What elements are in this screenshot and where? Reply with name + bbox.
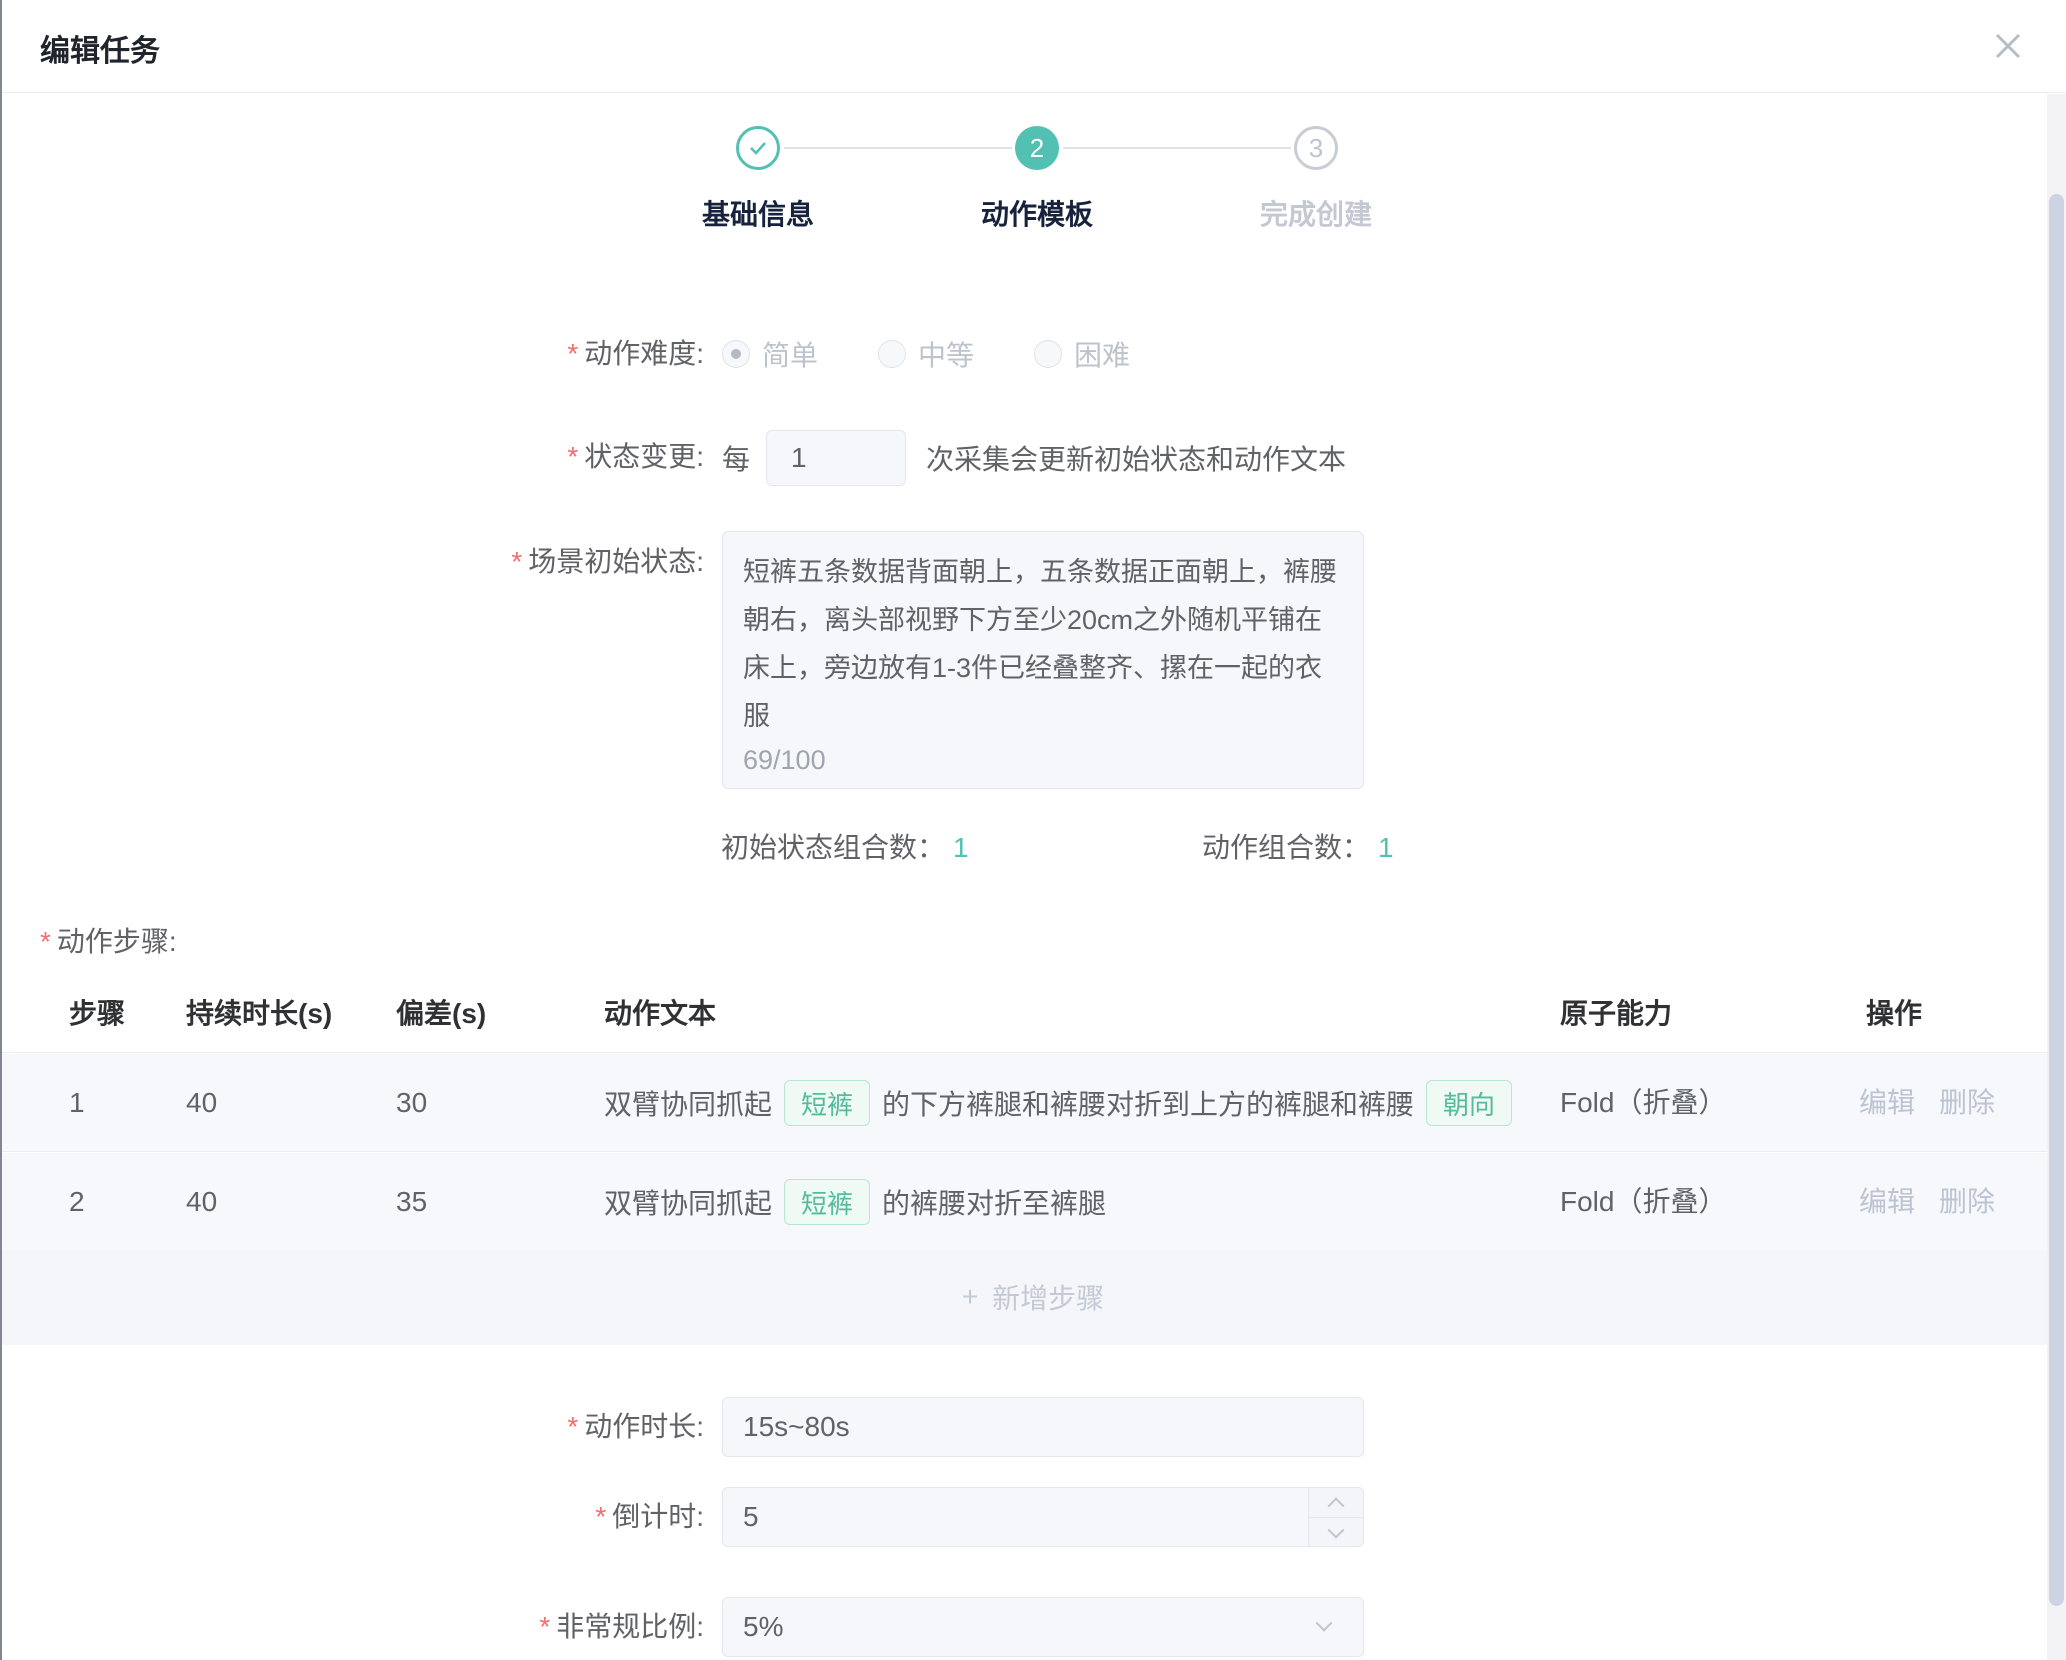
radio-option-easy[interactable]: 简单	[722, 334, 818, 374]
countdown-spinner	[1308, 1487, 1364, 1547]
required-mark: *	[567, 441, 578, 472]
table-row: 1 40 30 双臂协同抓起 短裤 的下方裤腿和裤腰对折到上方的裤腿和裤腰 朝向…	[0, 1054, 2066, 1152]
radio-label: 简单	[762, 334, 818, 374]
countdown-label: *倒计时:	[300, 1497, 704, 1537]
radio-label: 困难	[1074, 334, 1130, 374]
scrollbar-thumb[interactable]	[2049, 194, 2064, 1606]
action-combo-count: 动作组合数：1	[1202, 828, 1394, 868]
radio-selected-icon	[722, 340, 750, 368]
page-left-edge	[0, 0, 2, 1660]
orientation-tag: 朝向	[1426, 1080, 1512, 1126]
cell-deviation: 30	[396, 1054, 427, 1152]
step-3-circle: 3	[1294, 126, 1338, 170]
required-mark: *	[539, 1611, 550, 1642]
step-connector-1	[784, 147, 1012, 149]
state-change-row: 每 1 次采集会更新初始状态和动作文本	[722, 429, 1346, 487]
radio-label: 中等	[918, 334, 974, 374]
spinner-down-button[interactable]	[1309, 1518, 1363, 1547]
scrollbar-track[interactable]	[2047, 94, 2066, 1660]
state-change-suffix: 次采集会更新初始状态和动作文本	[926, 438, 1346, 478]
dialog-header: 编辑任务	[0, 0, 2066, 93]
countdown-input[interactable]: 5	[722, 1487, 1364, 1547]
difficulty-radio-group: 简单 中等 困难	[722, 334, 1130, 374]
initial-state-text: 短裤五条数据背面朝上，五条数据正面朝上，裤腰朝右，离头部视野下方至少20cm之外…	[743, 548, 1343, 740]
required-mark: *	[40, 926, 51, 957]
cell-step: 1	[69, 1054, 85, 1152]
initial-state-label: *场景初始状态:	[300, 542, 704, 582]
col-ops: 操作	[1866, 988, 1922, 1053]
table-header: 步骤 持续时长(s) 偏差(s) 动作文本 原子能力 操作	[0, 988, 2066, 1053]
state-change-input[interactable]: 1	[766, 430, 906, 486]
radio-icon	[1034, 340, 1062, 368]
cell-action-text: 双臂协同抓起 短裤 的下方裤腿和裤腰对折到上方的裤腿和裤腰 朝向	[604, 1054, 1524, 1152]
action-duration-label: *动作时长:	[300, 1407, 704, 1447]
dialog-title: 编辑任务	[40, 26, 160, 70]
unusual-ratio-label: *非常规比例:	[300, 1607, 704, 1647]
required-mark: *	[567, 338, 578, 369]
state-change-label: *状态变更:	[300, 437, 704, 477]
cell-duration: 40	[186, 1153, 217, 1251]
object-tag: 短裤	[784, 1179, 870, 1225]
edit-link[interactable]: 编辑	[1859, 1153, 1915, 1251]
char-counter: 69/100	[743, 745, 826, 776]
table-row: 2 40 35 双臂协同抓起 短裤 的裤腰对折至裤腿 Fold（折叠） 编辑 删…	[0, 1153, 2066, 1251]
add-step-button[interactable]: + 新增步骤	[0, 1249, 2066, 1345]
unusual-ratio-select[interactable]: 5%	[722, 1597, 1364, 1657]
difficulty-label: *动作难度:	[300, 334, 704, 374]
cell-deviation: 35	[396, 1153, 427, 1251]
cell-step: 2	[69, 1153, 85, 1251]
object-tag: 短裤	[784, 1080, 870, 1126]
required-mark: *	[511, 546, 522, 577]
step-2-circle: 2	[1015, 126, 1059, 170]
edit-link[interactable]: 编辑	[1859, 1054, 1915, 1152]
spinner-up-button[interactable]	[1309, 1488, 1363, 1517]
check-icon	[746, 136, 770, 160]
radio-option-hard[interactable]: 困难	[1034, 334, 1130, 374]
delete-link[interactable]: 删除	[1939, 1153, 1995, 1251]
cell-ability: Fold（折叠）	[1560, 1054, 1726, 1152]
chevron-down-icon	[1328, 1521, 1345, 1538]
initial-combo-count: 初始状态组合数：1	[721, 828, 969, 868]
radio-option-medium[interactable]: 中等	[878, 334, 974, 374]
add-step-label: 新增步骤	[992, 1277, 1104, 1317]
col-text: 动作文本	[604, 988, 716, 1053]
close-button[interactable]	[1990, 28, 2026, 64]
step-1-label: 基础信息	[638, 193, 878, 233]
step-2-label: 动作模板	[917, 193, 1157, 233]
action-combo-value: 1	[1378, 832, 1394, 863]
cell-ability: Fold（折叠）	[1560, 1153, 1726, 1251]
initial-combo-value: 1	[953, 832, 969, 863]
action-duration-input[interactable]: 15s~80s	[722, 1397, 1364, 1457]
initial-state-textarea[interactable]: 短裤五条数据背面朝上，五条数据正面朝上，裤腰朝右，离头部视野下方至少20cm之外…	[722, 531, 1364, 789]
col-duration: 持续时长(s)	[186, 988, 332, 1053]
col-ability: 原子能力	[1560, 988, 1672, 1053]
required-mark: *	[595, 1501, 606, 1532]
plus-icon: +	[962, 1281, 978, 1313]
step-1-circle	[736, 126, 780, 170]
close-icon	[1990, 28, 2026, 64]
chevron-up-icon	[1328, 1497, 1345, 1514]
step-3-number: 3	[1309, 133, 1323, 164]
col-deviation: 偏差(s)	[396, 988, 486, 1053]
cell-duration: 40	[186, 1054, 217, 1152]
cell-action-text: 双臂协同抓起 短裤 的裤腰对折至裤腿	[604, 1153, 1106, 1251]
edit-task-dialog: 编辑任务 2 3 基础信息 动作模板 完成创建 *动作难度: 简单 中等	[0, 0, 2066, 1660]
action-steps-label: *动作步骤:	[40, 922, 177, 962]
radio-icon	[878, 340, 906, 368]
col-step: 步骤	[69, 988, 125, 1053]
delete-link[interactable]: 删除	[1939, 1054, 1995, 1152]
required-mark: *	[567, 1411, 578, 1442]
step-3-label: 完成创建	[1196, 193, 1436, 233]
state-change-prefix: 每	[722, 438, 750, 478]
step-connector-2	[1063, 147, 1291, 149]
step-2-number: 2	[1030, 133, 1044, 164]
